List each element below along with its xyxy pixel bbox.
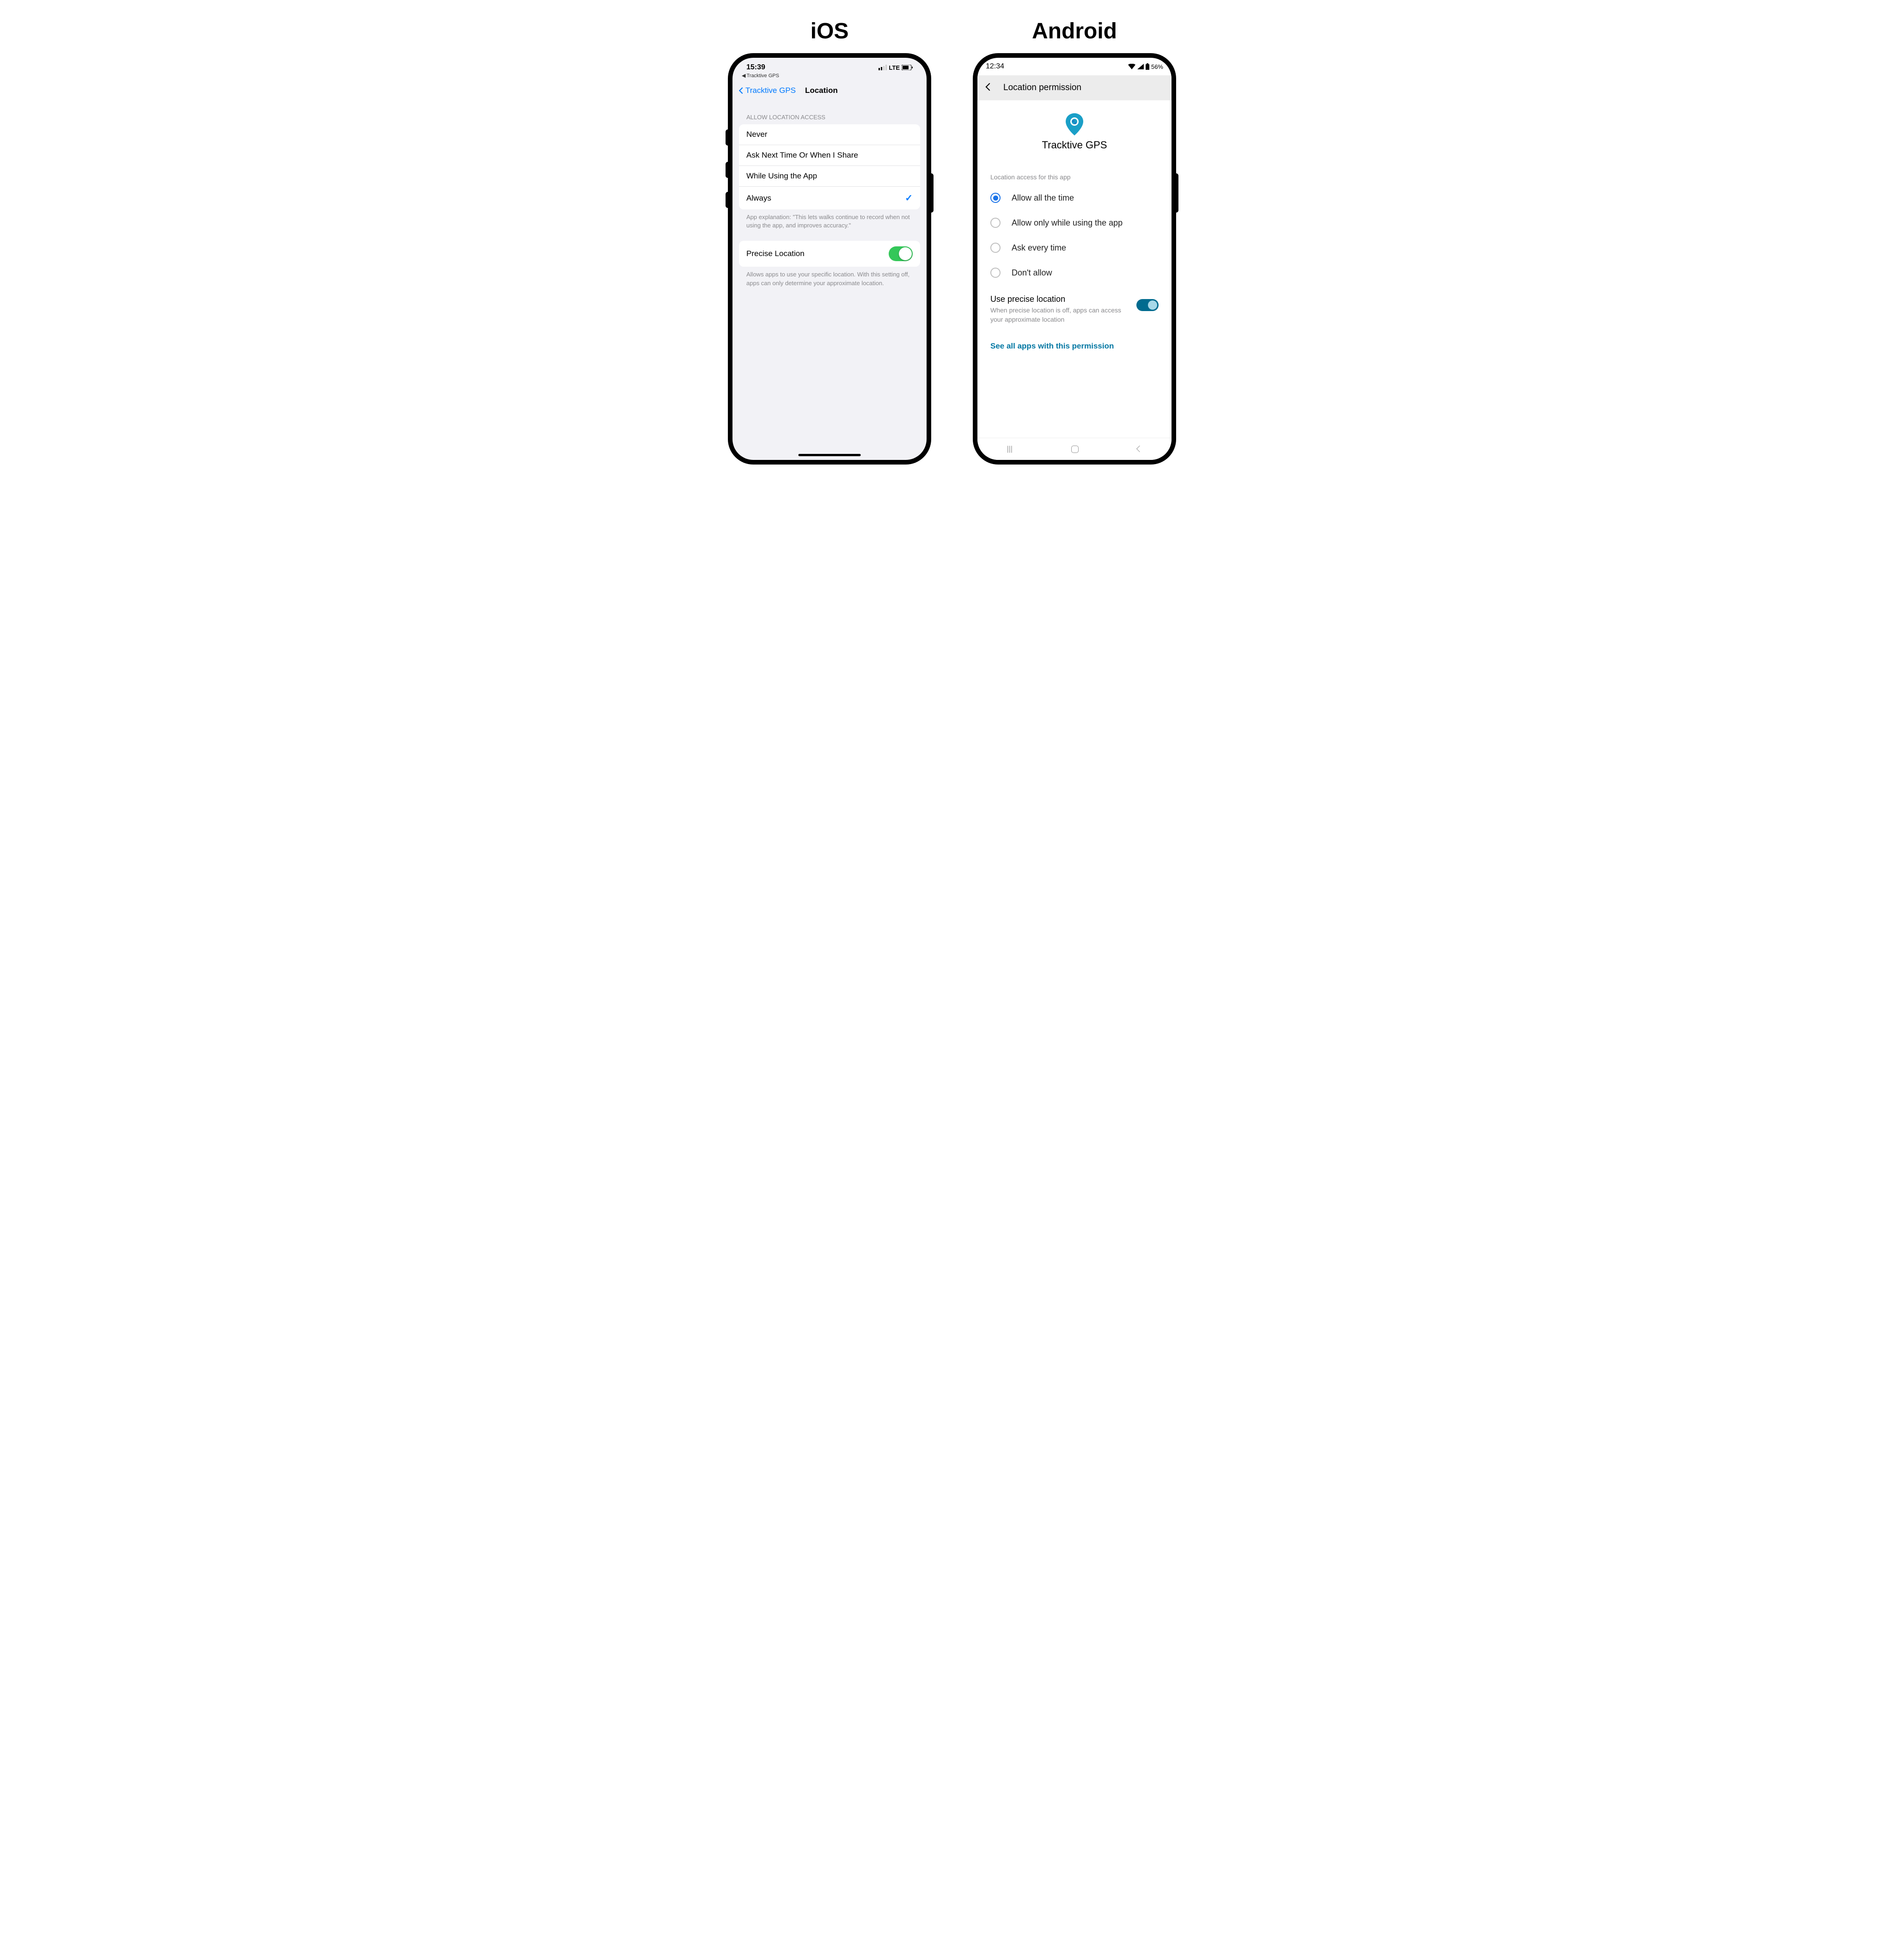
signal-icon [879, 65, 887, 70]
ios-precise-list: Precise Location [739, 241, 920, 267]
android-section-header: Location access for this app [977, 165, 1172, 185]
radio-allow-all[interactable]: Allow all the time [977, 185, 1172, 210]
home-button[interactable] [1071, 446, 1079, 453]
back-button[interactable] [985, 82, 994, 94]
app-name: Tracktive GPS [977, 139, 1172, 151]
back-softkey[interactable] [1137, 445, 1142, 453]
checkmark-icon: ✓ [905, 192, 913, 204]
network-label: LTE [889, 64, 900, 71]
android-status-bar: 12:34 56% [977, 58, 1172, 75]
ios-time: 15:39 [746, 63, 765, 72]
option-always[interactable]: Always✓ [739, 186, 920, 209]
radio-icon [990, 243, 1001, 253]
ios-preview: iOS 15:39 LTE ◀ Tracktive GPS Tracktive … [728, 18, 931, 465]
precise-desc: When precise location is off, apps can a… [990, 306, 1127, 324]
android-frame: 12:34 56% Location permission 🐾 Tracktiv… [973, 53, 1176, 465]
precise-title: Use precise location [990, 294, 1127, 304]
android-time: 12:34 [986, 62, 1004, 71]
wifi-icon [1128, 64, 1135, 69]
option-while-using[interactable]: While Using the App [739, 165, 920, 186]
map-pin-icon: 🐾 [1063, 113, 1086, 135]
arrow-left-icon [986, 83, 994, 91]
ios-status-bar: 15:39 LTE [732, 58, 927, 73]
svg-text:🐾: 🐾 [1072, 120, 1077, 124]
ios-access-options: Never Ask Next Time Or When I Share Whil… [739, 124, 920, 209]
radio-ask[interactable]: Ask every time [977, 235, 1172, 260]
ios-section-header: Allow Location Access [732, 100, 927, 124]
android-navbar: ||| [977, 438, 1172, 460]
iphone-frame: 15:39 LTE ◀ Tracktive GPS Tracktive GPS … [728, 53, 931, 465]
android-preview: Android 12:34 56% Location permission [973, 18, 1176, 465]
android-header: Location permission [977, 75, 1172, 100]
precise-toggle-row[interactable]: Use precise location When precise locati… [977, 285, 1172, 333]
radio-deny[interactable]: Don't allow [977, 260, 1172, 285]
radio-while-using[interactable]: Allow only while using the app [977, 210, 1172, 235]
ios-precise-desc: Allows apps to use your specific locatio… [732, 267, 927, 291]
radio-icon [990, 268, 1001, 278]
chevron-left-icon [739, 87, 745, 94]
ios-heading: iOS [811, 18, 849, 44]
radio-checked-icon [990, 193, 1001, 203]
radio-icon [990, 218, 1001, 228]
ios-explain: App explanation: "This lets walks contin… [732, 209, 927, 233]
battery-label: 56% [1151, 63, 1163, 70]
nav-back-button[interactable]: Tracktive GPS [740, 86, 796, 95]
nav-title: Location [805, 86, 838, 95]
see-all-apps-link[interactable]: See all apps with this permission [977, 333, 1172, 359]
precise-toggle-row[interactable]: Precise Location [739, 241, 920, 267]
signal-icon [1137, 64, 1144, 69]
switch-on-icon[interactable] [1136, 299, 1159, 311]
option-ask[interactable]: Ask Next Time Or When I Share [739, 145, 920, 165]
recents-button[interactable]: ||| [1007, 445, 1013, 453]
header-title: Location permission [1003, 83, 1081, 93]
battery-icon [1146, 63, 1149, 70]
home-indicator[interactable] [799, 454, 861, 456]
ios-navbar: Tracktive GPS Location [732, 81, 927, 100]
back-to-app-link[interactable]: ◀ Tracktive GPS [732, 73, 927, 81]
android-heading: Android [1032, 18, 1117, 44]
battery-icon [902, 65, 913, 70]
option-never[interactable]: Never [739, 124, 920, 145]
switch-on-icon[interactable] [889, 246, 913, 261]
